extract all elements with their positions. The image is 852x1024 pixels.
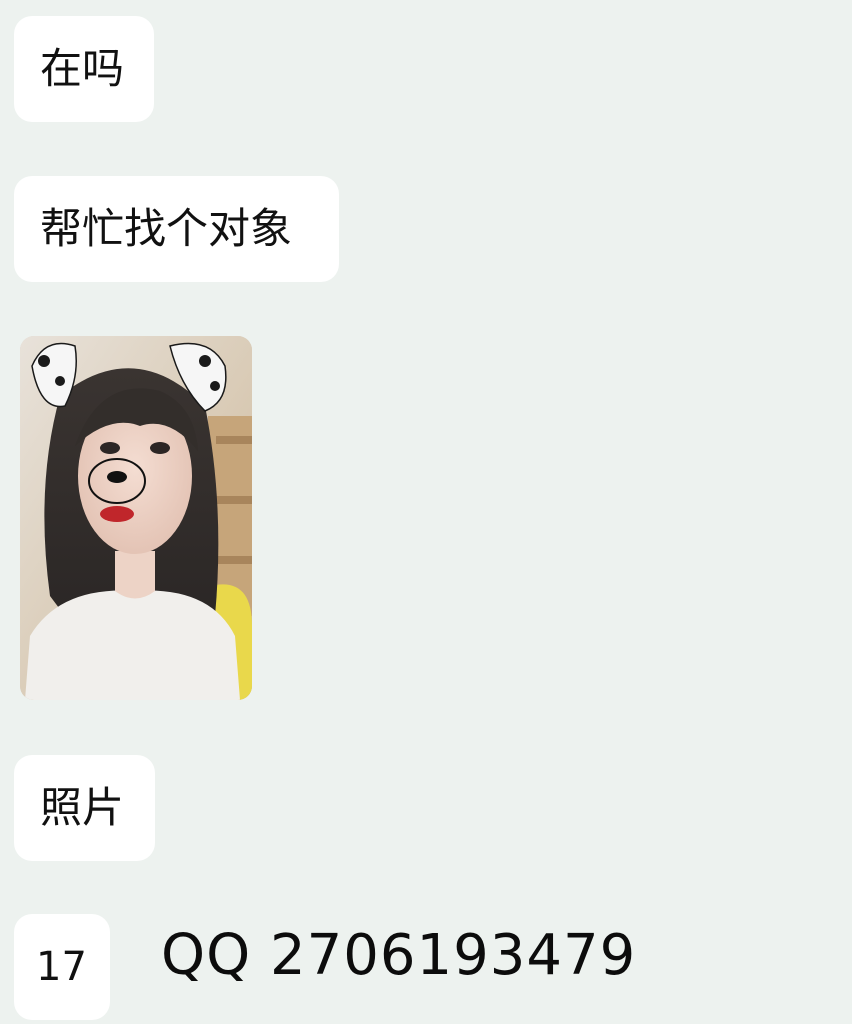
message-bubble[interactable]: 在吗 [14, 16, 154, 122]
message-bubble[interactable]: 帮忙找个对象 [14, 176, 339, 282]
photo-image [20, 336, 252, 700]
message-bubble[interactable]: 17 [14, 914, 110, 1020]
message-text: 在吗 [40, 44, 125, 93]
message-bubble[interactable]: 照片 [14, 755, 155, 861]
message-text: 照片 [40, 783, 125, 832]
message-text: 帮忙找个对象 [40, 204, 293, 253]
message-text: 17 [36, 944, 87, 990]
photo-message[interactable] [20, 336, 252, 700]
qq-number-text: QQ 2706193479 [161, 923, 637, 988]
